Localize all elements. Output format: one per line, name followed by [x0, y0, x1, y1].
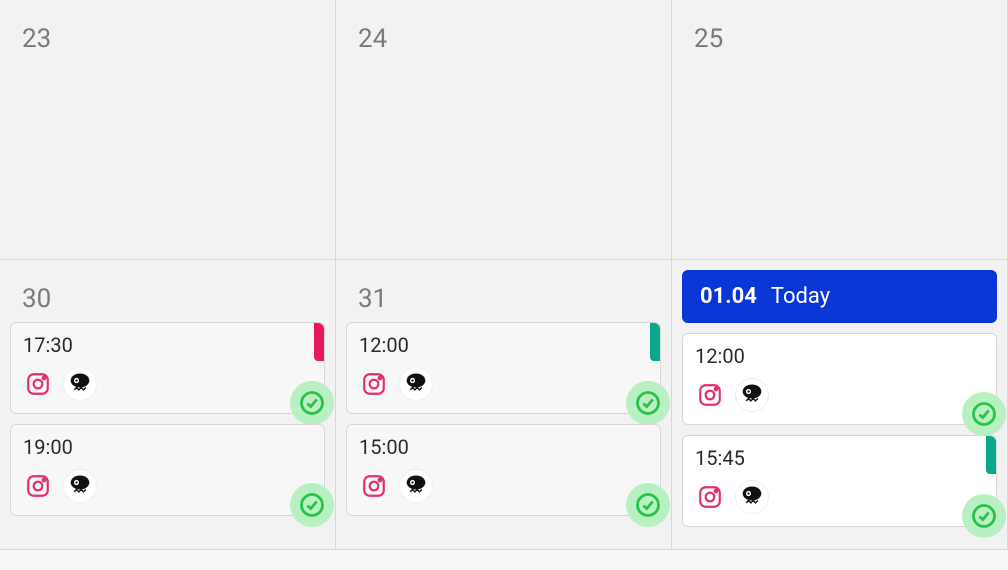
event-icons: [359, 367, 648, 401]
instagram-icon: [23, 471, 53, 501]
day-number: 25: [682, 8, 997, 62]
event-card[interactable]: 12:00: [346, 322, 661, 414]
event-time: 15:00: [359, 435, 648, 459]
event-time: 12:00: [695, 344, 984, 368]
calendar-day-cell[interactable]: 24: [336, 0, 672, 260]
event-card[interactable]: 19:00: [10, 424, 325, 516]
event-time: 19:00: [23, 435, 312, 459]
calendar-grid: 23 24 25 30 17:30 19:00: [0, 0, 1008, 550]
event-icons: [695, 378, 984, 412]
event-time: 12:00: [359, 333, 648, 357]
day-number: 23: [10, 8, 325, 62]
event-icons: [23, 469, 312, 503]
event-card[interactable]: 15:00: [346, 424, 661, 516]
event-icons: [359, 469, 648, 503]
calendar-day-cell[interactable]: 30 17:30 19:00: [0, 260, 336, 550]
instagram-icon: [23, 369, 53, 399]
avatar-icon: [735, 378, 769, 412]
event-icons: [23, 367, 312, 401]
avatar-icon: [399, 367, 433, 401]
check-badge: [962, 392, 1006, 436]
event-time: 17:30: [23, 333, 312, 357]
status-strip: [650, 323, 660, 361]
today-banner: 01.04 Today: [682, 270, 997, 323]
avatar-icon: [399, 469, 433, 503]
today-date: 01.04: [700, 284, 757, 309]
today-label: Today: [771, 284, 830, 309]
event-time: 15:45: [695, 446, 984, 470]
check-badge: [290, 381, 334, 425]
day-number: 24: [346, 8, 661, 62]
event-icons: [695, 480, 984, 514]
status-strip: [986, 436, 996, 474]
instagram-icon: [695, 380, 725, 410]
avatar-icon: [735, 480, 769, 514]
day-number: 30: [10, 268, 325, 322]
check-badge: [626, 381, 670, 425]
instagram-icon: [359, 369, 389, 399]
calendar-day-cell[interactable]: 25: [672, 0, 1008, 260]
event-card[interactable]: 12:00: [682, 333, 997, 425]
avatar-icon: [63, 367, 97, 401]
day-number: 31: [346, 268, 661, 322]
check-badge: [962, 494, 1006, 538]
instagram-icon: [359, 471, 389, 501]
check-badge: [290, 483, 334, 527]
check-badge: [626, 483, 670, 527]
calendar-day-cell-today[interactable]: 01.04 Today 12:00 15:45: [672, 260, 1008, 550]
instagram-icon: [695, 482, 725, 512]
event-card[interactable]: 17:30: [10, 322, 325, 414]
event-card[interactable]: 15:45: [682, 435, 997, 527]
calendar-day-cell[interactable]: 31 12:00 15:00: [336, 260, 672, 550]
calendar-day-cell[interactable]: 23: [0, 0, 336, 260]
status-strip: [314, 323, 324, 361]
avatar-icon: [63, 469, 97, 503]
